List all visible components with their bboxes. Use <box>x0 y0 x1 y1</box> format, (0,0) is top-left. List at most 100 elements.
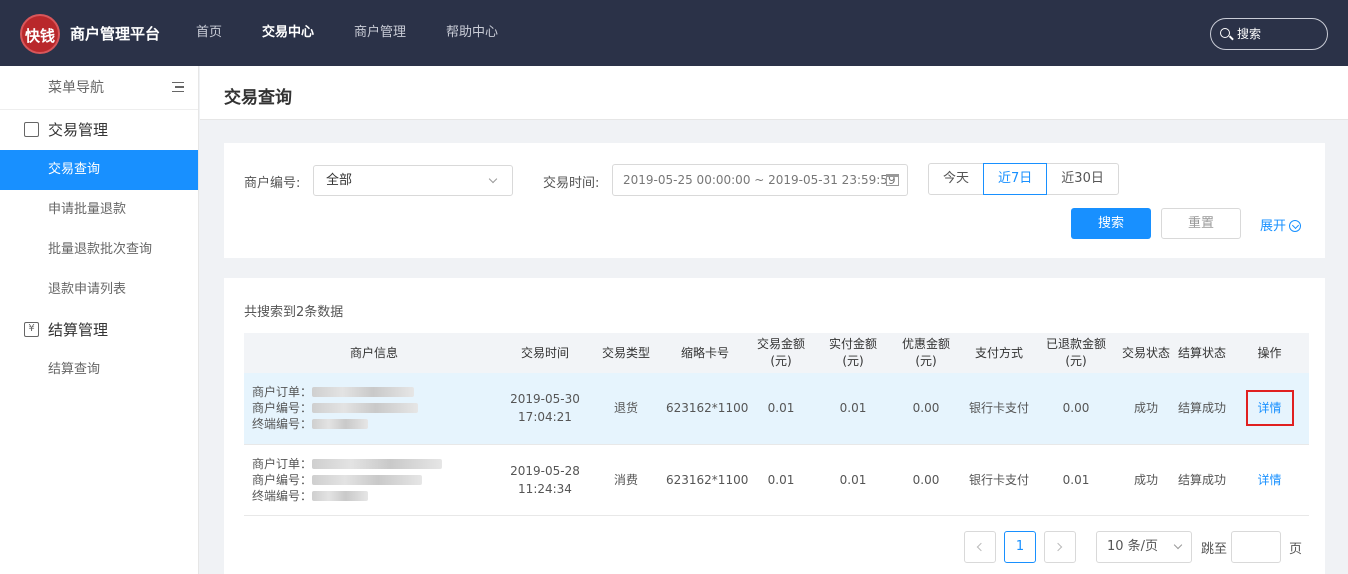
paid-cell: 0.01 <box>818 373 888 445</box>
expand-filters-link[interactable]: 展开 <box>1260 215 1302 234</box>
col-paid: 实付金额 (元) <box>818 333 888 373</box>
sidebar-item-transaction-query[interactable]: 交易查询 <box>0 150 198 190</box>
chevron-left-icon <box>976 542 986 552</box>
next-page-button[interactable] <box>1044 531 1076 563</box>
merchant-info-cell: 商户订单： 商户编号： 终端编号： <box>244 444 504 516</box>
time-cell: 2019-05-30 17:04:21 <box>504 373 586 445</box>
reset-button[interactable]: 重置 <box>1161 208 1241 239</box>
date-range-picker[interactable]: 2019-05-25 00:00:00 ~ 2019-05-31 23:59:5… <box>612 164 908 196</box>
page-number-1[interactable]: 1 <box>1004 531 1036 563</box>
col-action: 操作 <box>1230 333 1309 373</box>
nav-home[interactable]: 首页 <box>196 0 222 66</box>
col-transaction-time: 交易时间 <box>504 333 586 373</box>
action-cell: 详情 <box>1230 444 1309 516</box>
merchant-info-cell: 商户订单： 商户编号： 终端编号： <box>244 373 504 445</box>
detail-link[interactable]: 详情 <box>1257 473 1281 487</box>
col-transaction-type: 交易类型 <box>586 333 666 373</box>
sidebar-item-settlement-query[interactable]: 结算查询 <box>0 350 198 390</box>
col-discount: 优惠金额 (元) <box>888 333 964 373</box>
brand-logo[interactable]: 快钱 <box>20 14 60 54</box>
paid-cell: 0.01 <box>818 444 888 516</box>
global-search-input[interactable]: 搜索 <box>1210 18 1328 50</box>
top-nav-bar: 快钱 商户管理平台 首页 交易中心 商户管理 帮助中心 搜索 <box>0 0 1348 66</box>
amount-cell: 0.01 <box>744 373 818 445</box>
page-size-value: 10 条/页 <box>1107 539 1159 554</box>
redacted-value <box>312 458 443 469</box>
info-line: 商户编号： <box>252 400 504 416</box>
info-line: 商户订单： <box>252 456 504 472</box>
status-cell: 成功 <box>1118 373 1174 445</box>
sidebar-group-label: 交易管理 <box>48 121 109 139</box>
quick-7days-button[interactable]: 近7日 <box>983 163 1048 195</box>
search-placeholder: 搜索 <box>1237 27 1262 41</box>
sidebar-group-settlement[interactable]: ¥ 结算管理 <box>0 310 198 350</box>
info-line: 商户订单： <box>252 384 504 400</box>
redacted-value <box>312 490 369 501</box>
col-pay-method: 支付方式 <box>964 333 1034 373</box>
main-nav: 首页 交易中心 商户管理 帮助中心 <box>196 0 538 66</box>
col-amount: 交易金额 (元) <box>744 333 818 373</box>
page-suffix: 页 <box>1289 541 1303 557</box>
pay-method-cell: 银行卡支付 <box>964 373 1034 445</box>
yen-icon: ¥ <box>24 322 39 337</box>
info-line: 商户编号： <box>252 472 504 488</box>
transactions-table: 商户信息 交易时间 交易类型 缩略卡号 交易金额 (元) 实付金额 (元) 优惠… <box>244 333 1309 516</box>
chevron-down-icon <box>488 174 498 184</box>
table-row[interactable]: 商户订单： 商户编号： 终端编号： 2019-05-28 11:24:34 消费… <box>244 444 1309 516</box>
status-cell: 成功 <box>1118 444 1174 516</box>
page-title: 交易查询 <box>224 88 292 108</box>
merchant-id-select[interactable]: 全部 <box>313 165 513 196</box>
results-panel: 共搜索到2条数据 商户信息 交易时间 交易类型 缩略卡号 交易金额 (元) 实付… <box>224 278 1325 574</box>
sidebar-item-refund-batch-query[interactable]: 批量退款批次查询 <box>0 230 198 270</box>
col-status: 交易状态 <box>1118 333 1174 373</box>
result-count: 共搜索到2条数据 <box>244 305 344 320</box>
search-button[interactable]: 搜索 <box>1071 208 1151 239</box>
transaction-time-label: 交易时间: <box>543 176 600 191</box>
nav-merchant-management[interactable]: 商户管理 <box>354 0 406 66</box>
nav-help-center[interactable]: 帮助中心 <box>446 0 498 66</box>
detail-link[interactable]: 详情 <box>1245 390 1294 427</box>
col-card-number: 缩略卡号 <box>666 333 744 373</box>
discount-cell: 0.00 <box>888 373 964 445</box>
search-icon <box>1220 28 1230 38</box>
settle-cell: 结算成功 <box>1174 444 1230 516</box>
pagination: 1 10 条/页 跳至 页 <box>964 531 1302 563</box>
type-cell: 退货 <box>586 373 666 445</box>
terminal-no-label: 终端编号： <box>252 488 313 503</box>
jump-page-input[interactable] <box>1231 531 1282 563</box>
amount-cell: 0.01 <box>744 444 818 516</box>
col-merchant-info: 商户信息 <box>244 333 504 373</box>
quick-today-button[interactable]: 今天 <box>928 163 985 195</box>
redacted-value <box>312 419 369 430</box>
page-size-select[interactable]: 10 条/页 <box>1096 531 1192 563</box>
terminal-no-label: 终端编号： <box>252 417 313 432</box>
chevron-circle-down-icon <box>1289 220 1302 232</box>
table-row[interactable]: 商户订单： 商户编号： 终端编号： 2019-05-30 17:04:21 退货… <box>244 373 1309 445</box>
sidebar-item-refund-list[interactable]: 退款申请列表 <box>0 270 198 310</box>
sidebar-title: 菜单导航 <box>48 80 104 96</box>
time-cell: 2019-05-28 11:24:34 <box>504 444 586 516</box>
page-header: 交易查询 <box>200 66 1348 120</box>
redacted-value <box>312 387 415 398</box>
prev-page-button[interactable] <box>964 531 996 563</box>
brand-name: 商户管理平台 <box>70 25 161 43</box>
redacted-value <box>312 474 423 485</box>
calendar-icon <box>886 174 899 186</box>
info-line: 终端编号： <box>252 488 504 504</box>
sidebar-item-batch-refund[interactable]: 申请批量退款 <box>0 190 198 230</box>
type-cell: 消费 <box>586 444 666 516</box>
expand-label: 展开 <box>1260 219 1287 234</box>
chevron-down-icon <box>1173 540 1183 550</box>
card-cell: 623162*1100 <box>666 444 748 516</box>
redacted-value <box>312 403 419 414</box>
settle-cell: 结算成功 <box>1174 373 1230 445</box>
sidebar-group-transaction[interactable]: 交易管理 <box>0 110 198 150</box>
list-icon <box>24 122 39 137</box>
refunded-cell: 0.01 <box>1034 444 1118 516</box>
collapse-menu-icon[interactable] <box>172 82 184 92</box>
filter-panel: 商户编号: 全部 交易时间: 2019-05-25 00:00:00 ~ 201… <box>224 143 1325 258</box>
col-refunded: 已退款金额 (元) <box>1034 333 1118 373</box>
quick-30days-button[interactable]: 近30日 <box>1046 163 1119 195</box>
nav-transaction-center[interactable]: 交易中心 <box>262 0 314 66</box>
info-line: 终端编号： <box>252 416 504 432</box>
